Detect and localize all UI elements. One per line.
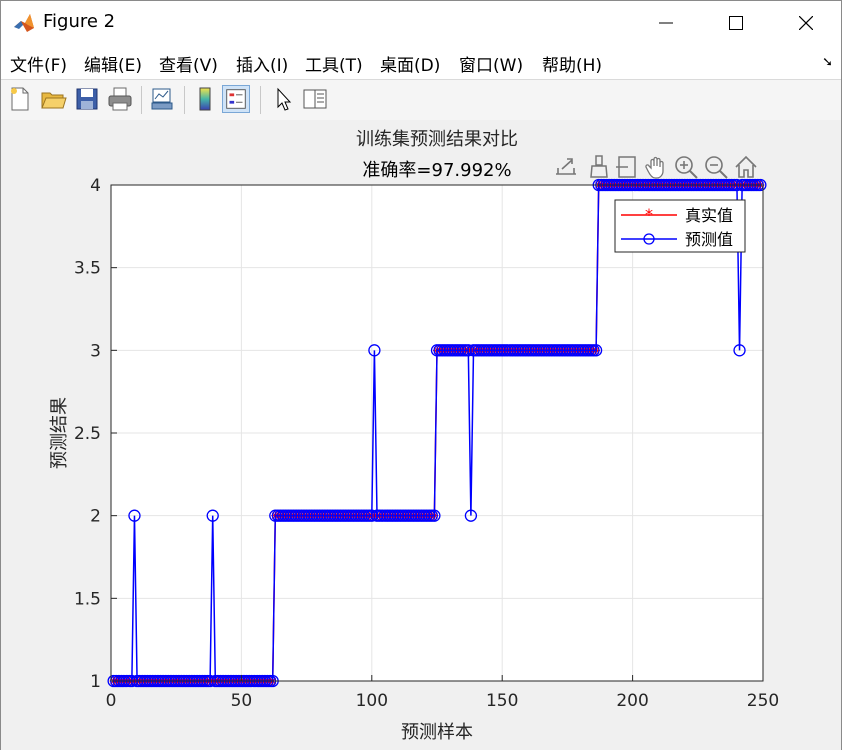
minimize-button[interactable] bbox=[631, 1, 701, 45]
legend[interactable]: * 真实值 预测值 bbox=[614, 199, 746, 253]
dock-arrow-icon[interactable]: ➘ bbox=[822, 55, 833, 70]
chart-title: 训练集预测结果对比 bbox=[356, 129, 518, 150]
maximize-button[interactable] bbox=[701, 1, 771, 45]
menu-file[interactable]: 文件(F) bbox=[10, 51, 67, 76]
y-tick-label: 4 bbox=[90, 176, 101, 196]
x-tick-label: 200 bbox=[616, 691, 648, 711]
toolbar-separator bbox=[184, 86, 185, 114]
menu-help[interactable]: 帮助(H) bbox=[542, 51, 602, 76]
y-tick-label: 2.5 bbox=[74, 424, 101, 444]
open-file-icon[interactable] bbox=[39, 85, 67, 113]
x-tick-label: 250 bbox=[747, 691, 779, 711]
export-icon[interactable] bbox=[553, 154, 579, 180]
chart-subtitle: 准确率=97.992% bbox=[362, 160, 511, 181]
home-icon[interactable] bbox=[733, 154, 759, 180]
y-axis-label: 预测结果 bbox=[49, 397, 70, 469]
x-tick-label: 100 bbox=[356, 691, 388, 711]
y-tick-label: 3 bbox=[90, 341, 101, 361]
x-tick-label: 150 bbox=[486, 691, 518, 711]
new-figure-icon[interactable] bbox=[6, 85, 34, 113]
menu-bar: 文件(F) 编辑(E) 查看(V) 插入(I) 工具(T) 桌面(D) 窗口(W… bbox=[1, 45, 841, 79]
legend-real-marker: * bbox=[645, 205, 653, 224]
chart-area: 0 50 100 150 200 250 11.522.533.54 训练集预测结果对比 … bbox=[49, 129, 779, 743]
link-plot-icon[interactable] bbox=[148, 85, 176, 113]
minimize-icon bbox=[659, 22, 673, 24]
window-title: Figure 2 bbox=[43, 11, 116, 32]
close-button[interactable] bbox=[771, 1, 841, 45]
title-bar: Figure 2 bbox=[1, 1, 841, 45]
x-tick-label: 0 bbox=[106, 691, 117, 711]
pointer-icon[interactable] bbox=[269, 85, 297, 113]
y-tick-label: 3.5 bbox=[74, 259, 101, 279]
data-tips-icon[interactable] bbox=[614, 154, 640, 180]
zoom-in-icon[interactable] bbox=[673, 154, 699, 180]
print-icon[interactable] bbox=[106, 85, 134, 113]
y-tick-label: 1 bbox=[90, 672, 101, 692]
maximize-icon bbox=[729, 16, 743, 30]
figure-toolbar bbox=[1, 79, 841, 121]
property-editor-icon[interactable] bbox=[301, 85, 329, 113]
menu-desktop[interactable]: 桌面(D) bbox=[380, 51, 440, 76]
legend-icon[interactable] bbox=[222, 85, 250, 113]
brush-icon[interactable] bbox=[586, 154, 612, 180]
close-icon bbox=[799, 16, 813, 30]
figure-canvas: 0 50 100 150 200 250 1 1.5 2 2.5 3 3.5 4 训练集预测结果对比 … bbox=[1, 120, 841, 750]
menu-view[interactable]: 查看(V) bbox=[159, 51, 218, 76]
y-tick-label: 2 bbox=[90, 507, 101, 527]
x-tick-label: 50 bbox=[231, 691, 253, 711]
legend-pred-label: 预测值 bbox=[685, 230, 733, 249]
menu-window[interactable]: 窗口(W) bbox=[459, 51, 523, 76]
colorbar-icon[interactable] bbox=[191, 85, 219, 113]
matlab-logo-icon bbox=[13, 12, 35, 34]
menu-insert[interactable]: 插入(I) bbox=[236, 51, 288, 76]
zoom-out-icon[interactable] bbox=[703, 154, 729, 180]
save-icon[interactable] bbox=[73, 85, 101, 113]
menu-tools[interactable]: 工具(T) bbox=[305, 51, 363, 76]
legend-real-label: 真实值 bbox=[685, 206, 733, 225]
menu-edit[interactable]: 编辑(E) bbox=[84, 51, 142, 76]
y-tick-label: 1.5 bbox=[74, 589, 101, 609]
x-axis-label: 预测样本 bbox=[401, 722, 473, 743]
figure-window: Figure 2 文件(F) 编辑(E) 查看(V) 插入(I) 工具(T) 桌… bbox=[0, 0, 842, 750]
toolbar-separator bbox=[141, 86, 142, 114]
pan-icon[interactable] bbox=[644, 154, 670, 180]
toolbar-separator bbox=[260, 86, 261, 114]
